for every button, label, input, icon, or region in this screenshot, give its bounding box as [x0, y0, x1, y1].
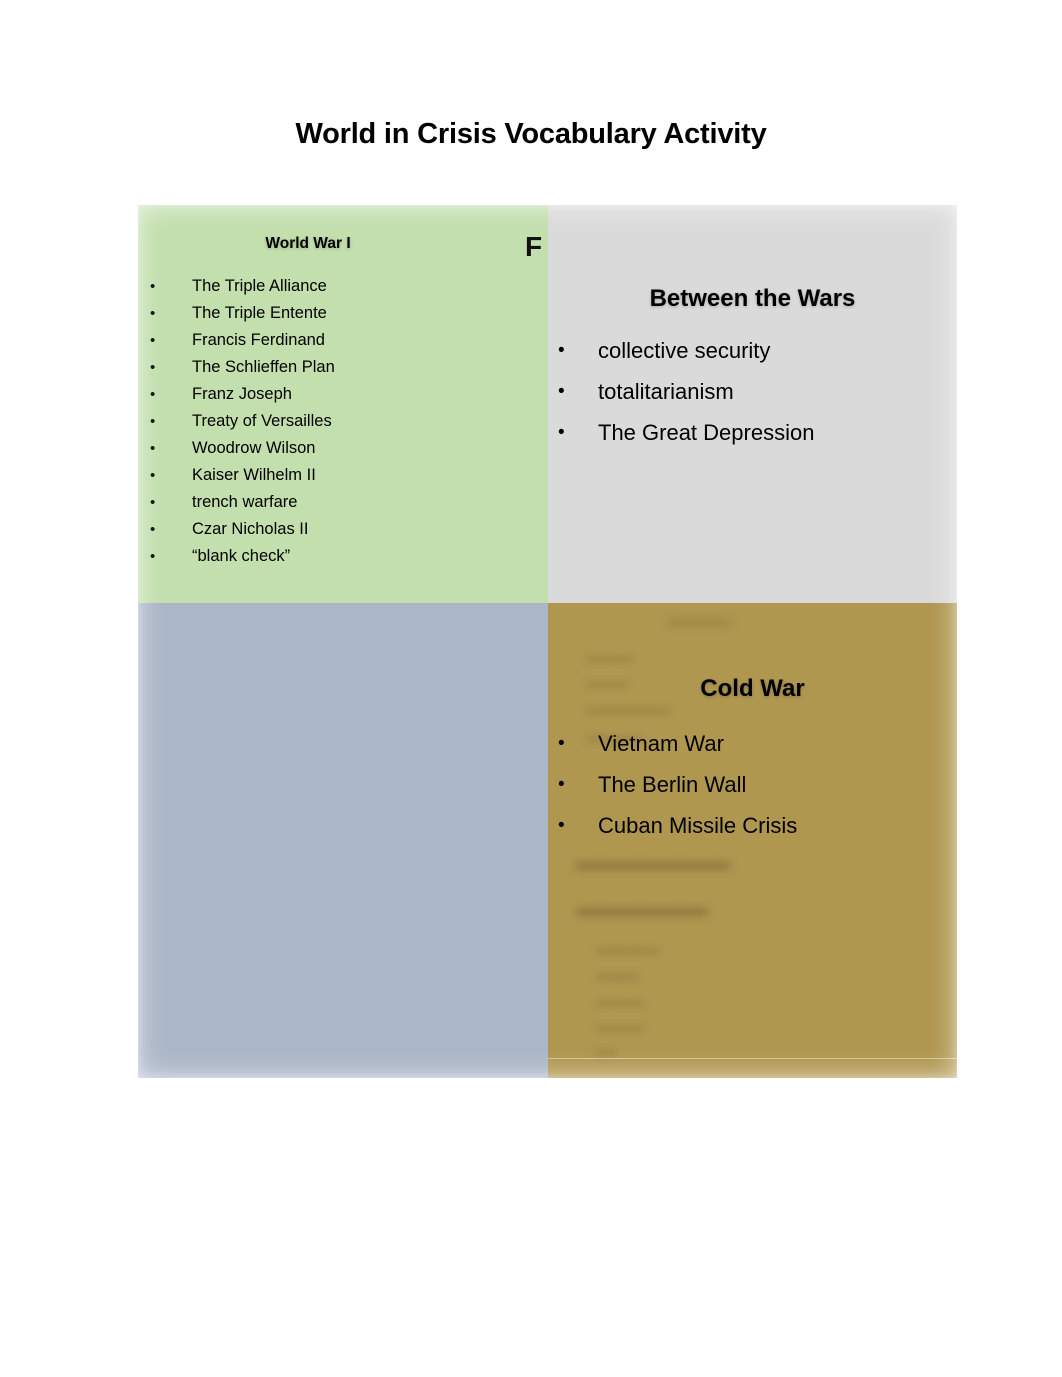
quadrant-cold-war: •••••••••••• ••••••••• •••••••• •••••••••••… — [548, 603, 957, 1078]
bullet-icon: • — [150, 305, 156, 322]
list-item: • Treaty of Versailles — [150, 408, 540, 435]
list-item: • Kaiser Wilhelm II — [150, 462, 540, 489]
list-item-label: The Schlieffen Plan — [192, 358, 335, 376]
ghost-text-line: •••••••••••••••••• — [576, 901, 709, 924]
ghost-text-line: •••••••••••• — [668, 615, 732, 632]
list-item-label: trench warfare — [192, 493, 298, 511]
ghost-text-line: ••••••••• — [586, 651, 634, 668]
bullet-icon: • — [558, 774, 565, 795]
ghost-text-line: •••• — [596, 1045, 618, 1062]
list-item: • trench warfare — [150, 489, 540, 516]
ghost-text-line: •••••••••••••••• — [586, 703, 671, 720]
list-item: • The Triple Entente — [150, 300, 540, 327]
bullet-icon: • — [558, 815, 565, 836]
bullet-icon: • — [150, 332, 156, 349]
list-item-label: Vietnam War — [598, 731, 724, 756]
list-item-label: “blank check” — [192, 547, 291, 565]
ghost-text-line: •••••••••••• — [596, 943, 660, 960]
list-item: • The Triple Alliance — [150, 273, 540, 300]
vocabulary-list-between-the-wars: • collective security • totalitarianism • The… — [558, 330, 953, 453]
ghost-text-line: ••••••••••••••••••••• — [576, 855, 731, 878]
stray-glyph-f: F — [525, 231, 543, 262]
bullet-icon: • — [558, 422, 565, 443]
list-item-label: Czar Nicholas II — [192, 520, 309, 538]
list-item: • The Schlieffen Plan — [150, 354, 540, 381]
page-title: World in Crisis Vocabulary Activity — [295, 118, 767, 150]
bullet-icon: • — [150, 359, 156, 376]
quadrant-heading-world-war-i: World War I — [265, 235, 351, 252]
quadrant-heading-cold-war: Cold War — [700, 675, 805, 702]
list-item-label: totalitarianism — [598, 379, 734, 404]
ghost-text-line: ••••••••• — [596, 995, 644, 1012]
list-item: • The Great Depression — [558, 412, 953, 453]
ghost-text-line: ••••••••• — [596, 1021, 644, 1038]
bullet-icon: • — [150, 278, 156, 295]
bullet-icon: • — [150, 494, 156, 511]
quadrant-between-the-wars: Between the Wars • collective security • to… — [548, 205, 957, 603]
list-item-label: Franz Joseph — [192, 385, 292, 403]
list-item: • Francis Ferdinand — [150, 327, 540, 354]
list-item: • Franz Joseph — [150, 381, 540, 408]
list-item-label: The Triple Entente — [192, 304, 327, 322]
bullet-icon: • — [150, 521, 156, 538]
list-item: • Vietnam War — [558, 723, 953, 764]
list-item: • totalitarianism — [558, 371, 953, 412]
bullet-icon: • — [150, 413, 156, 430]
bullet-icon: • — [150, 548, 156, 565]
vocabulary-list-world-war-i: • The Triple Alliance • The Triple Entente •… — [150, 273, 540, 570]
quadrant-heading-between-the-wars: Between the Wars — [649, 285, 856, 312]
bullet-icon: • — [150, 386, 156, 403]
list-item: • Czar Nicholas II — [150, 516, 540, 543]
vocabulary-list-cold-war: • Vietnam War • The Berlin Wall • Cuban Missi… — [558, 723, 953, 846]
list-item-label: The Great Depression — [598, 420, 815, 445]
bullet-icon: • — [558, 340, 565, 361]
bullet-icon: • — [150, 440, 156, 457]
list-item-label: collective security — [598, 338, 771, 363]
list-item: • Woodrow Wilson — [150, 435, 540, 462]
list-item: • Cuban Missile Crisis — [558, 805, 953, 846]
bullet-icon: • — [150, 467, 156, 484]
list-item-label: Treaty of Versailles — [192, 412, 332, 430]
list-item-label: The Berlin Wall — [598, 772, 747, 797]
list-item-label: Cuban Missile Crisis — [598, 813, 798, 838]
list-item: • collective security — [558, 330, 953, 371]
faint-divider-rule — [548, 1058, 957, 1059]
bullet-icon: • — [558, 733, 565, 754]
bullet-icon: • — [558, 381, 565, 402]
quadrant-grid: World War I F • The Triple Alliance • The T… — [138, 205, 957, 1078]
list-item-label: Francis Ferdinand — [192, 331, 325, 349]
list-item-label: The Triple Alliance — [192, 277, 327, 295]
list-item: • The Berlin Wall — [558, 764, 953, 805]
list-item: • “blank check” — [150, 543, 540, 570]
ghost-text-line: •••••••• — [596, 969, 639, 986]
quadrant-world-war-i: World War I F • The Triple Alliance • The T… — [138, 205, 548, 603]
list-item-label: Kaiser Wilhelm II — [192, 466, 316, 484]
list-item-label: Woodrow Wilson — [192, 439, 316, 457]
quadrant-empty — [138, 603, 548, 1078]
